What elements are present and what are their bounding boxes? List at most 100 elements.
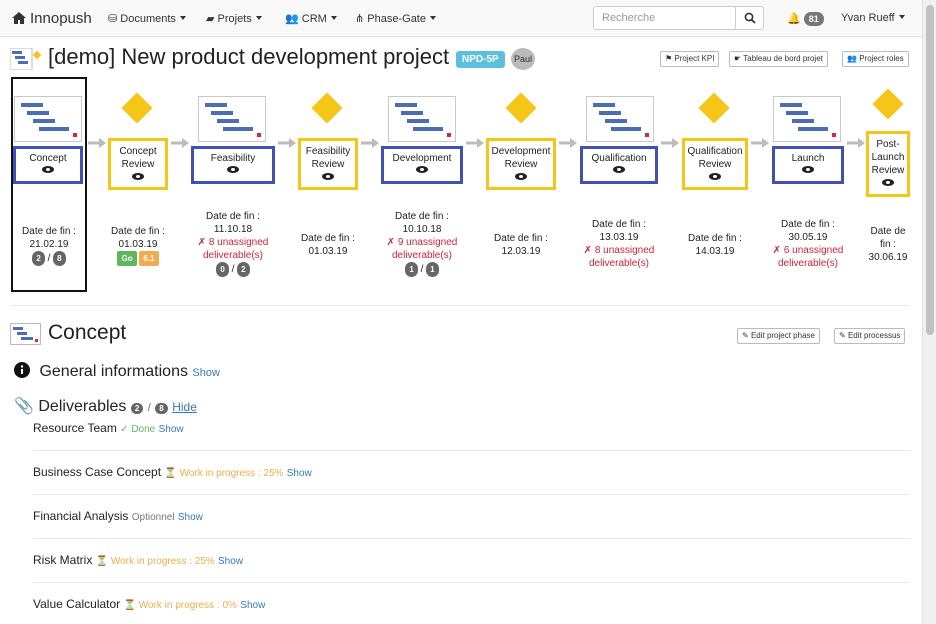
phase-info: Date de fin : 01.03.19	[292, 232, 364, 258]
eye-icon[interactable]	[613, 166, 625, 173]
eye-icon[interactable]	[515, 173, 527, 180]
arrow-icon	[559, 138, 577, 148]
deliverable-name: Value Calculator	[33, 597, 121, 611]
search-input[interactable]: Recherche	[593, 6, 736, 30]
nav-crm[interactable]: 👥 CRM	[285, 12, 337, 25]
phase-post-launch-review[interactable]: Post-Launch Review	[866, 131, 910, 197]
deliverable-show-link[interactable]: Show	[178, 512, 203, 523]
gate-diamond-icon	[121, 92, 153, 124]
date-label: Date de fin :	[301, 233, 355, 244]
deliverable-name: Resource Team	[33, 421, 117, 435]
project-roles-button[interactable]: 👥 Project roles	[842, 51, 909, 67]
unassigned-warning: ✗ 9 unassigned deliverable(s)	[386, 237, 458, 261]
phase-info: Date de fin : 21.02.19 2 / 8	[14, 225, 84, 266]
general-info-show-link[interactable]: Show	[192, 367, 220, 379]
scrollbar-thumb[interactable]	[926, 5, 934, 335]
project-icon	[10, 48, 42, 70]
phase-label: Feasibility	[210, 153, 256, 164]
eye-icon[interactable]	[802, 166, 814, 173]
date-label: Date de fin :	[781, 219, 835, 230]
eye-icon[interactable]	[322, 173, 334, 180]
eye-icon[interactable]	[132, 173, 144, 180]
date-label: Date de fin :	[592, 219, 646, 230]
caret-down-icon	[255, 16, 262, 20]
paperclip-icon: 📎	[14, 398, 34, 415]
eye-icon[interactable]	[42, 166, 54, 173]
user-menu[interactable]: Yvan Rueff	[841, 12, 905, 24]
project-kpi-button[interactable]: ⚑ Project KPI	[660, 51, 720, 67]
deliverable-show-link[interactable]: Show	[240, 600, 265, 611]
date-label: Date de fin :	[22, 226, 76, 237]
done-count: 2	[32, 251, 45, 266]
phase-info: Date de fin : 10.10.18 ✗ 9 unassigned de…	[372, 210, 472, 277]
phase-launch[interactable]: Launch	[772, 146, 844, 184]
scrollbar[interactable]	[922, 0, 936, 624]
edit-icon: ✎	[839, 331, 846, 340]
search-button[interactable]	[735, 6, 764, 30]
deliverable-status: ⏳ Work in progress : 0%	[123, 600, 237, 611]
gantt-icon	[586, 96, 654, 142]
date-label: Date de fin :	[395, 211, 449, 222]
end-date: 30.06.19	[868, 252, 908, 263]
flag-icon: ⚑	[665, 54, 673, 63]
phase-feasibility[interactable]: Feasibility	[191, 146, 275, 184]
deliverable-show-link[interactable]: Show	[159, 424, 184, 435]
end-date: 12.03.19	[501, 246, 541, 257]
nav-documents[interactable]: ⛁ Documents	[108, 12, 186, 25]
phase-qualification-review[interactable]: Qualification Review	[682, 138, 748, 190]
end-date: 01.03.19	[308, 246, 348, 257]
deliverable-name: Financial Analysis	[33, 509, 129, 523]
deliverable-show-link[interactable]: Show	[218, 556, 243, 567]
home-icon	[12, 12, 26, 24]
phase-label: Post-Launch Review	[871, 139, 905, 176]
phase-qualification[interactable]: Qualification	[580, 146, 658, 184]
arrow-icon	[171, 138, 189, 148]
phase-feasibility-review[interactable]: Feasibility Review	[298, 138, 358, 190]
gantt-icon	[773, 96, 841, 142]
eye-icon[interactable]	[416, 166, 428, 173]
bell-icon: 🔔	[787, 13, 801, 25]
nav-projets-label: Projets	[217, 13, 252, 25]
phase-concept[interactable]: Concept	[13, 146, 83, 184]
phase-development[interactable]: Development	[381, 146, 463, 184]
total-count: 1	[426, 262, 439, 277]
phase-label: Concept Review	[119, 146, 157, 170]
eye-icon[interactable]	[227, 166, 239, 173]
end-date: 01.03.19	[118, 239, 158, 250]
notifications-button[interactable]: 🔔 81	[787, 12, 824, 26]
hand-icon: ☛	[734, 54, 742, 63]
phase-label: Development Review	[491, 146, 551, 170]
arrow-icon	[361, 138, 379, 148]
section-title: Concept	[48, 321, 127, 344]
eye-icon[interactable]	[882, 179, 894, 186]
edit-process-label: Edit processus	[847, 331, 901, 340]
navbar: Innopush ⛁ Documents ▰ Projets 👥 CRM ⋔ P…	[0, 0, 922, 37]
deliverables-hide-link[interactable]: Hide	[172, 400, 197, 414]
eye-icon[interactable]	[709, 173, 721, 180]
phase-info: Date de fin : 13.03.19 ✗ 8 unassigned de…	[569, 218, 669, 270]
project-code-badge: NPD-5P	[456, 51, 505, 68]
gate-diamond-icon	[872, 88, 904, 120]
dashboard-button[interactable]: ☛ Tableau de bord projet	[729, 51, 828, 67]
edit-process-button[interactable]: ✎ Edit processus	[834, 328, 906, 344]
brand-link[interactable]: Innopush	[12, 10, 92, 27]
nav-projets[interactable]: ▰ Projets	[206, 12, 262, 25]
unassigned-warning: ✗ 8 unassigned deliverable(s)	[583, 245, 655, 269]
phase-concept-review[interactable]: Concept Review	[108, 138, 168, 190]
nav-phase-gate[interactable]: ⋔ Phase-Gate	[355, 12, 436, 25]
owner-avatar[interactable]: Paul	[511, 48, 535, 70]
date-label: Date de fin :	[870, 226, 906, 250]
general-info-title: General informations	[39, 363, 188, 380]
deliverable-show-link[interactable]: Show	[287, 468, 312, 479]
phase-development-review[interactable]: Development Review	[486, 138, 556, 190]
date-label: Date de fin :	[206, 211, 260, 222]
phase-info: Date de fin : 11.10.18 ✗ 8 unassigned de…	[183, 210, 283, 277]
deliverables-done-count: 2	[130, 403, 144, 414]
deliverable-status: ⏳ Work in progress : 25%	[95, 556, 215, 567]
edit-phase-button[interactable]: ✎ Edit project phase	[737, 328, 820, 344]
gantt-icon	[388, 96, 456, 142]
end-date: 14.03.19	[695, 246, 735, 257]
divider	[10, 305, 910, 306]
deliverables-total-count: 8	[155, 403, 168, 414]
nav-crm-label: CRM	[301, 13, 327, 25]
